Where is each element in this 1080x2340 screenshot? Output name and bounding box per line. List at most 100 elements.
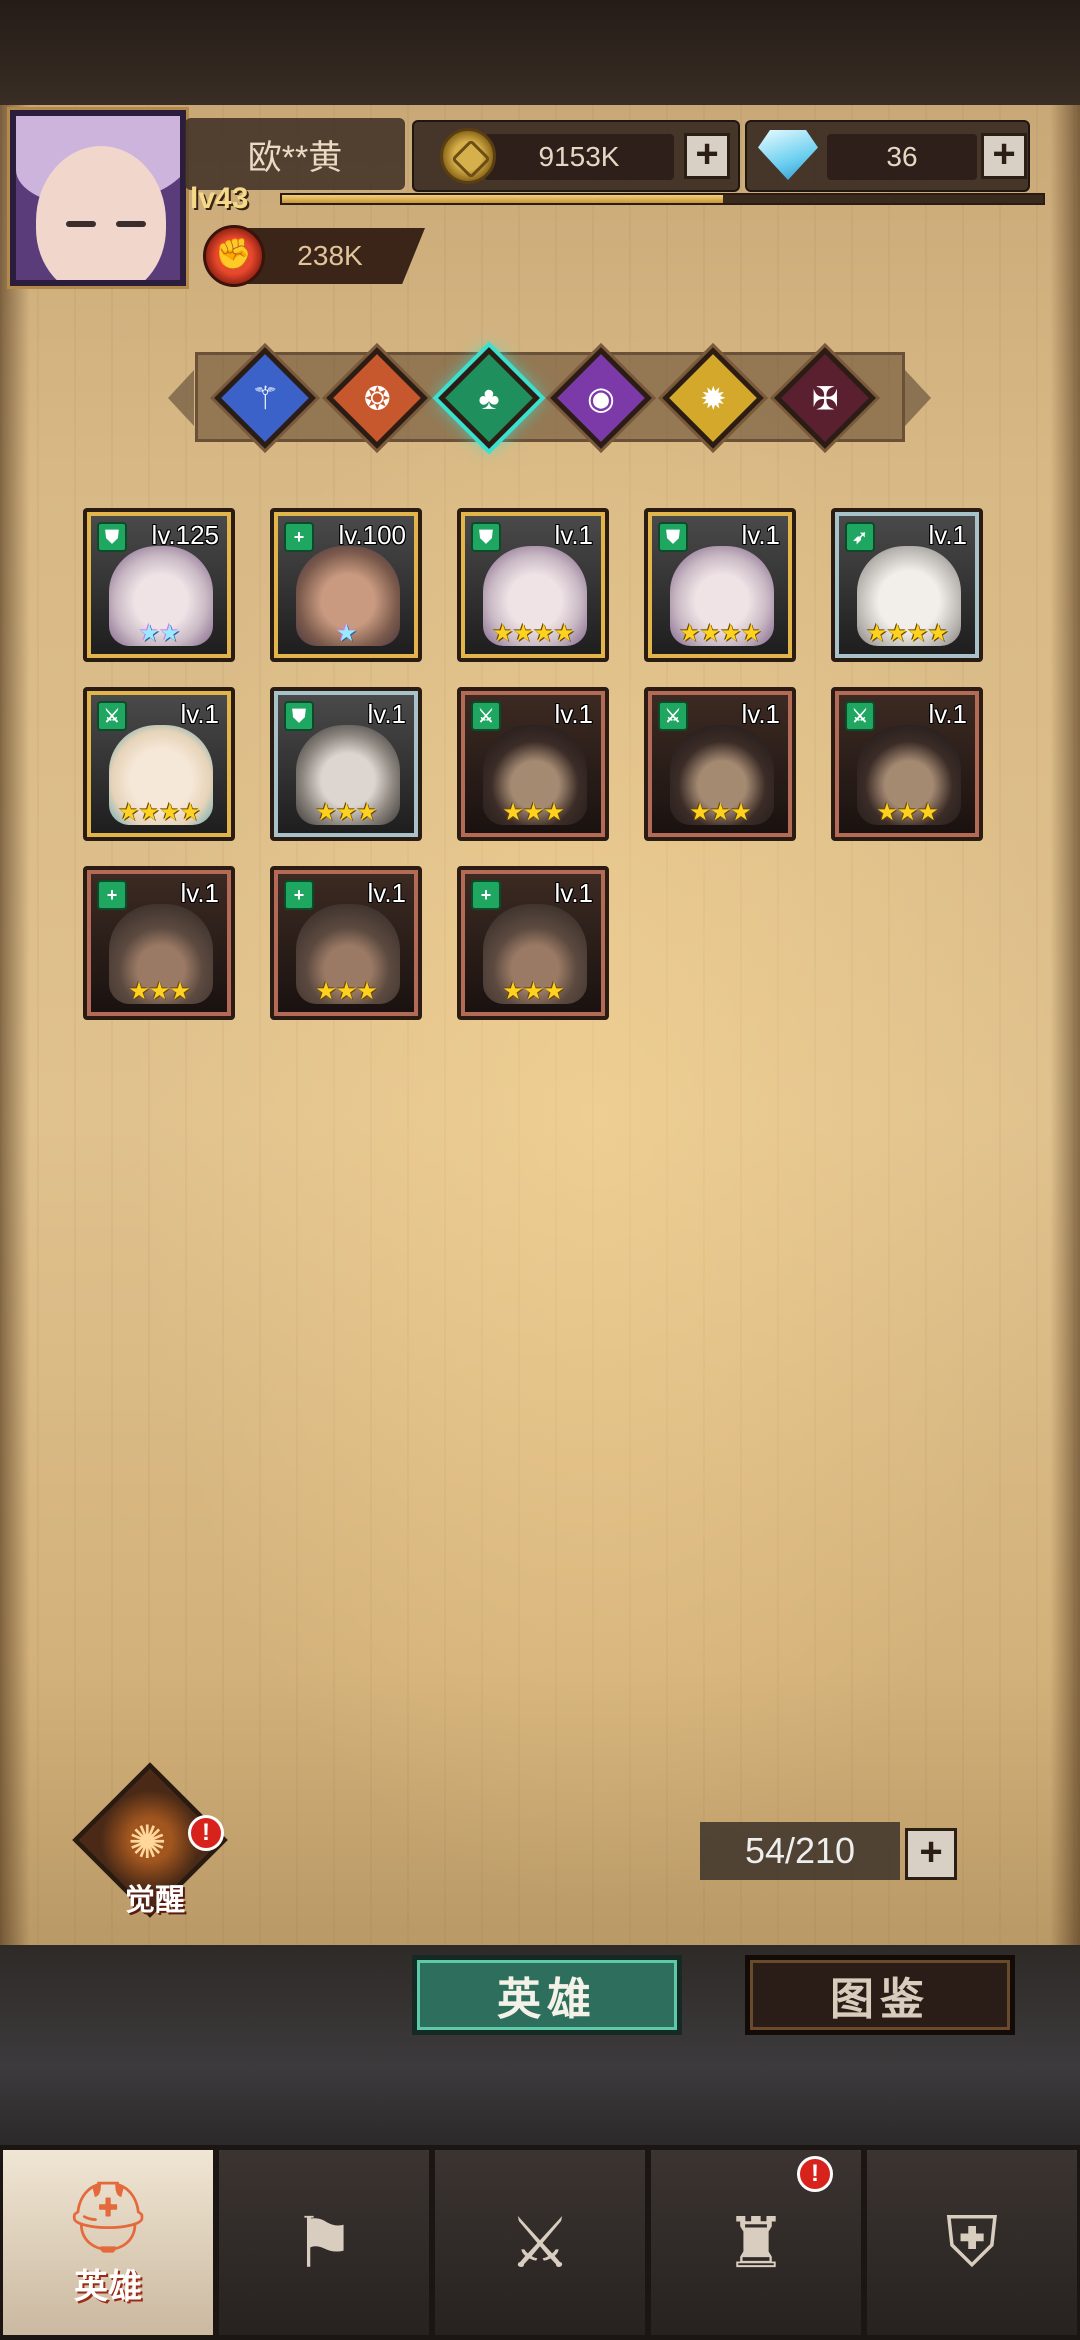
- castle-icon: ♜: [724, 2203, 788, 2282]
- hero-stars: ★★★★: [865, 620, 949, 647]
- hero-card-inner: ⚔ lv.1 ★★★: [652, 695, 788, 833]
- exp-bar-fill: [282, 195, 724, 203]
- add-gold-button[interactable]: +: [684, 133, 730, 179]
- hero-stars: ★★★: [315, 978, 378, 1005]
- hero-card-inner: ⛊ lv.1 ★★★★: [652, 516, 788, 654]
- hero-card[interactable]: + lv.1 ★★★: [83, 866, 235, 1020]
- add-gems-button[interactable]: +: [981, 133, 1027, 179]
- gold-value: 9153K: [484, 134, 674, 180]
- tab-codex[interactable]: 图鉴: [745, 1955, 1015, 2035]
- hero-stars: ★★: [138, 620, 180, 647]
- sword-class-icon: ⚔: [471, 701, 501, 731]
- battle-icon: ⚔: [508, 2203, 572, 2282]
- hero-card-inner: ⛊ lv.1 ★★★: [278, 695, 414, 833]
- hero-card[interactable]: + lv.1 ★★★: [270, 866, 422, 1020]
- avatar-eye: [66, 221, 96, 227]
- shield-class-icon: ⛊: [284, 701, 314, 731]
- nav-item-castle[interactable]: ♜!: [651, 2150, 861, 2335]
- tab-heroes[interactable]: 英雄: [412, 1955, 682, 2035]
- avatar-eye: [116, 221, 146, 227]
- shield-class-icon: ⛊: [658, 522, 688, 552]
- hero-level: lv.1: [367, 699, 406, 729]
- mystic-faction-icon: ◉: [587, 379, 615, 416]
- gem-value: 36: [827, 134, 977, 180]
- shield-class-icon: ⛊: [471, 522, 501, 552]
- hero-card[interactable]: ⚔ lv.1 ★★★: [831, 687, 983, 841]
- hero-level: lv.1: [180, 878, 219, 908]
- helmet-icon: ⛑: [63, 2178, 153, 2256]
- sword-class-icon: ⚔: [658, 701, 688, 731]
- hero-stars: ★★★: [502, 978, 565, 1005]
- hero-level: lv.125: [151, 520, 219, 550]
- hero-card-inner: + lv.1 ★★★: [278, 874, 414, 1012]
- player-level: lv43: [190, 182, 249, 215]
- hero-stars: ★★★: [689, 799, 752, 826]
- hero-stars: ★★★★: [491, 620, 575, 647]
- avatar-face: [36, 146, 166, 280]
- nav-label: 英雄: [74, 2268, 142, 2306]
- nature-faction-icon: ♣: [478, 379, 500, 416]
- guild-icon: ⛨: [945, 2202, 999, 2281]
- hero-card-inner: + lv.1 ★★★: [91, 874, 227, 1012]
- hero-card[interactable]: + lv.1 ★★★: [457, 866, 609, 1020]
- top-bar-background: [0, 0, 1080, 110]
- hero-card[interactable]: ⛊ lv.1 ★★★: [270, 687, 422, 841]
- hero-level: lv.1: [554, 878, 593, 908]
- filter-left-arrow-icon[interactable]: [168, 370, 194, 426]
- nav-alert-badge: !: [797, 2156, 833, 2192]
- sword-class-icon: ⚔: [845, 701, 875, 731]
- hero-card[interactable]: ➶ lv.1 ★★★★: [831, 508, 983, 662]
- heal-class-icon: +: [97, 880, 127, 910]
- sword-class-icon: ⚔: [97, 701, 127, 731]
- hero-card[interactable]: ⛊ lv.1 ★★★★: [457, 508, 609, 662]
- hero-level: lv.1: [554, 520, 593, 550]
- hero-stars: ★★★★: [678, 620, 762, 647]
- hero-level: lv.100: [338, 520, 406, 550]
- hero-card-inner: ⚔ lv.1 ★★★: [839, 695, 975, 833]
- hero-card-inner: ⛊ lv.125 ★★: [91, 516, 227, 654]
- hero-count: 54/210: [700, 1822, 900, 1880]
- nav-item-map-flag[interactable]: ⚑: [219, 2150, 429, 2335]
- awaken-alert-badge: !: [188, 1815, 224, 1851]
- hero-level: lv.1: [741, 520, 780, 550]
- filter-right-arrow-icon[interactable]: [905, 370, 931, 426]
- hero-card[interactable]: ⚔ lv.1 ★★★: [644, 687, 796, 841]
- hero-card-inner: ⛊ lv.1 ★★★★: [465, 516, 601, 654]
- hero-level: lv.1: [928, 520, 967, 550]
- hero-level: lv.1: [367, 878, 406, 908]
- shield-class-icon: ⛊: [97, 522, 127, 552]
- tech-faction-icon: ⚚: [250, 380, 280, 416]
- exp-bar: [280, 193, 1045, 205]
- player-avatar[interactable]: [7, 107, 189, 289]
- nav-item-battle[interactable]: ⚔: [435, 2150, 645, 2335]
- hero-card-inner: + lv.1 ★★★: [465, 874, 601, 1012]
- hero-card[interactable]: ⛊ lv.1 ★★★★: [644, 508, 796, 662]
- awaken-swirl-icon: ✺: [128, 1816, 167, 1868]
- hero-stars: ★★★: [502, 799, 565, 826]
- nav-item-guild[interactable]: ⛨: [867, 2150, 1077, 2335]
- bow-class-icon: ➶: [845, 522, 875, 552]
- hero-card[interactable]: + lv.100 ★: [270, 508, 422, 662]
- hero-card-inner: ⚔ lv.1 ★★★: [465, 695, 601, 833]
- hero-level: lv.1: [554, 699, 593, 729]
- hero-stars: ★★★: [876, 799, 939, 826]
- hero-stars: ★★★: [315, 799, 378, 826]
- gold-coin-icon: [440, 128, 496, 184]
- nav-item-helmet[interactable]: ⛑ 英雄: [3, 2150, 213, 2335]
- heal-class-icon: +: [284, 880, 314, 910]
- heal-class-icon: +: [471, 880, 501, 910]
- expand-slots-button[interactable]: +: [905, 1828, 957, 1880]
- fist-power-icon: ✊: [203, 225, 265, 287]
- hero-level: lv.1: [741, 699, 780, 729]
- hero-card[interactable]: ⚔ lv.1 ★★★: [457, 687, 609, 841]
- hero-stars: ★: [335, 620, 358, 647]
- hero-card-inner: + lv.100 ★: [278, 516, 414, 654]
- bottom-navigation: ⛑ 英雄 ⚑ ⚔ ♜! ⛨: [0, 2145, 1080, 2340]
- hero-stars: ★★★: [128, 978, 191, 1005]
- hero-card[interactable]: ⚔ lv.1 ★★★★: [83, 687, 235, 841]
- hero-card-inner: ➶ lv.1 ★★★★: [839, 516, 975, 654]
- chaos-faction-icon: ❂: [363, 380, 391, 416]
- awaken-label: 觉醒: [125, 1884, 185, 1917]
- hero-card[interactable]: ⛊ lv.125 ★★: [83, 508, 235, 662]
- heal-class-icon: +: [284, 522, 314, 552]
